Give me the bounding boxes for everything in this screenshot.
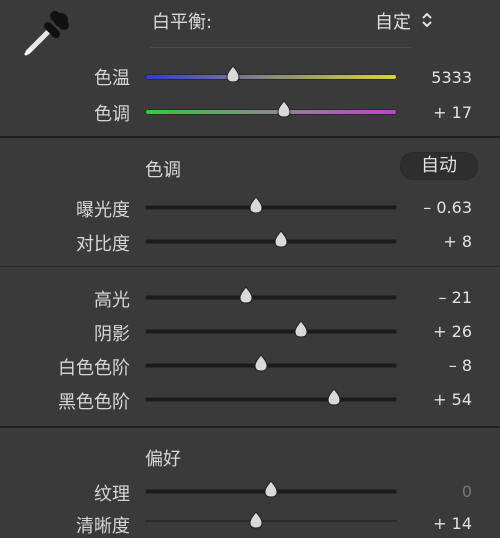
highlights-value[interactable]: – 21: [439, 288, 472, 307]
clarity-slider-thumb[interactable]: [248, 511, 264, 529]
tint-slider-thumb[interactable]: [276, 100, 292, 118]
contrast-value[interactable]: + 8: [443, 232, 472, 251]
whites-label: 白色色阶: [58, 358, 130, 379]
whites-slider[interactable]: [145, 354, 397, 372]
temp-slider[interactable]: [145, 65, 397, 83]
tone-section-title: 色调: [145, 160, 181, 181]
exposure-slider-thumb[interactable]: [248, 196, 264, 214]
highlights-slider-thumb[interactable]: [238, 286, 254, 304]
shadows-slider-thumb[interactable]: [293, 320, 309, 338]
white-balance-preset-select[interactable]: 自定: [375, 8, 411, 34]
presence-section-title: 偏好: [145, 449, 181, 470]
tint-label: 色调: [94, 104, 130, 125]
eyedropper-icon[interactable]: [14, 2, 76, 60]
exposure-value[interactable]: – 0.63: [423, 198, 472, 217]
auto-tone-button[interactable]: 自动: [400, 152, 478, 180]
section-divider: [0, 136, 500, 138]
blacks-slider-thumb[interactable]: [326, 388, 342, 406]
tint-value[interactable]: + 17: [433, 103, 472, 122]
highlights-slider[interactable]: [145, 286, 397, 304]
divider: [0, 266, 500, 267]
temp-label: 色温: [94, 68, 130, 89]
whites-slider-thumb[interactable]: [253, 354, 269, 372]
shadows-label: 阴影: [94, 324, 130, 345]
shadows-slider[interactable]: [145, 320, 397, 338]
texture-slider-thumb[interactable]: [263, 480, 279, 498]
texture-value[interactable]: 0: [462, 482, 472, 501]
divider: [150, 47, 412, 48]
whites-value[interactable]: – 8: [449, 356, 472, 375]
shadows-value[interactable]: + 26: [433, 322, 472, 341]
contrast-label: 对比度: [76, 234, 130, 255]
blacks-value[interactable]: + 54: [433, 390, 472, 409]
temp-value[interactable]: 5333: [431, 68, 472, 87]
exposure-slider[interactable]: [145, 196, 397, 214]
exposure-label: 曝光度: [76, 200, 130, 221]
white-balance-label: 白平衡:: [152, 12, 213, 33]
temp-slider-thumb[interactable]: [225, 65, 241, 83]
highlights-label: 高光: [94, 290, 130, 311]
clarity-label: 清晰度: [76, 516, 130, 537]
tint-slider[interactable]: [145, 100, 397, 118]
updown-chevron-icon[interactable]: [421, 12, 433, 28]
texture-label: 纹理: [94, 484, 130, 505]
texture-slider[interactable]: [145, 480, 397, 498]
clarity-value[interactable]: + 14: [433, 514, 472, 533]
contrast-slider-thumb[interactable]: [273, 230, 289, 248]
blacks-slider[interactable]: [145, 388, 397, 406]
blacks-label: 黑色色阶: [58, 392, 130, 413]
contrast-slider[interactable]: [145, 230, 397, 248]
section-divider: [0, 426, 500, 428]
